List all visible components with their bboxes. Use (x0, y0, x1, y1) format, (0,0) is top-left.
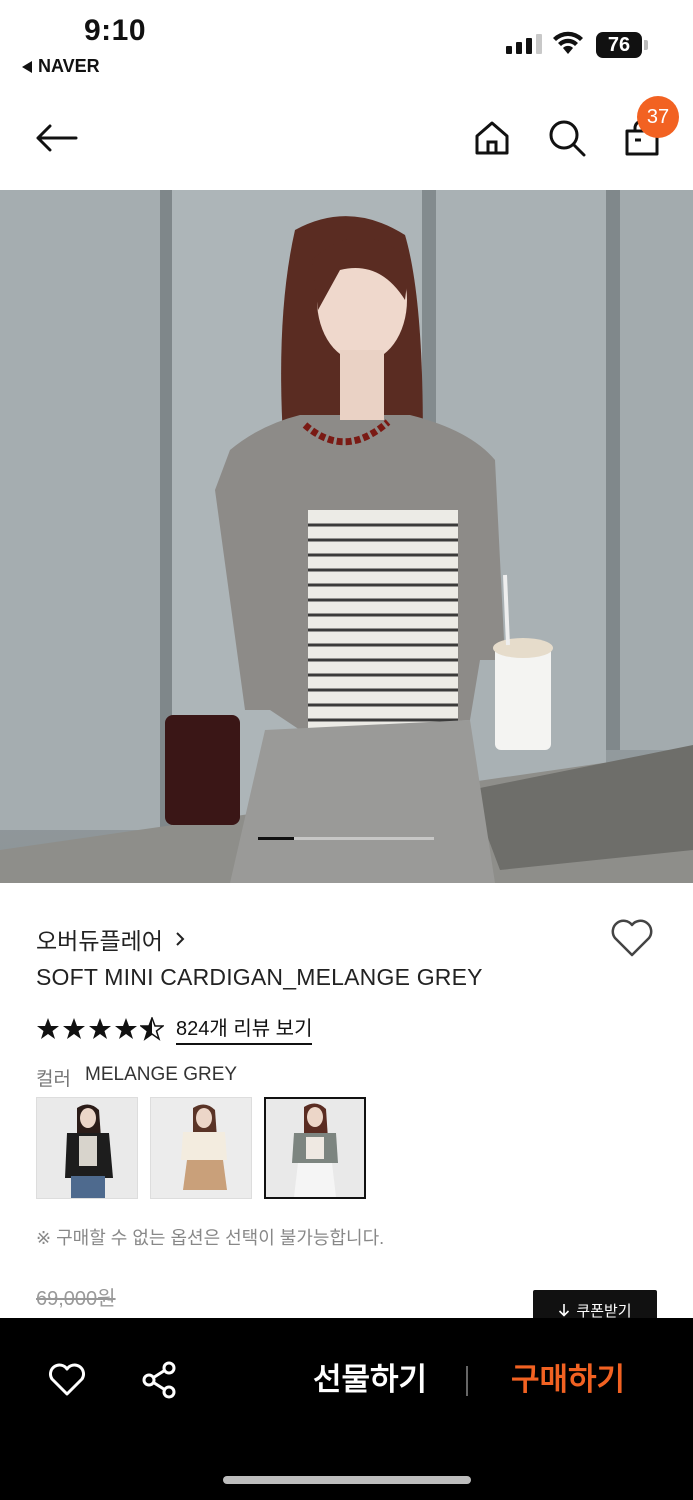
swatch-grey-image (266, 1099, 364, 1197)
product-main-image[interactable] (0, 190, 693, 883)
share-icon (142, 1361, 176, 1399)
arrow-down-icon (559, 1304, 570, 1317)
star-icon (115, 1017, 137, 1039)
home-icon (475, 121, 509, 155)
star-icon (37, 1017, 59, 1039)
product-title: SOFT MINI CARDIGAN_MELANGE GREY (36, 964, 483, 990)
wishlist-button[interactable] (610, 918, 654, 963)
color-label: 컬러 (36, 1069, 71, 1090)
swatch-ivory-cardigan[interactable] (150, 1097, 252, 1199)
home-indicator (223, 1476, 471, 1484)
status-time: 9:10 (84, 14, 147, 47)
reviews-link[interactable]: 824개 리뷰 보기 (176, 1012, 313, 1045)
swatch-black-image (37, 1098, 137, 1198)
brand-name: 오버듀플레어 (36, 928, 163, 954)
cart-count-badge: 37 (637, 96, 679, 138)
arrow-left-icon (36, 124, 78, 152)
top-nav (0, 96, 693, 180)
home-button[interactable] (468, 114, 516, 162)
wifi-icon (553, 31, 583, 54)
back-app-label: NAVER (38, 56, 100, 76)
heart-icon (611, 919, 653, 957)
cellular-signal-icon (506, 34, 542, 54)
star-half-icon (140, 1016, 164, 1041)
star-icon (63, 1017, 85, 1039)
heart-icon (49, 1363, 85, 1396)
color-value: MELANGE GREY (85, 1064, 238, 1085)
gallery-indicator-active (258, 837, 294, 840)
battery-icon: 76 (596, 32, 642, 58)
brand-link[interactable]: 오버듀플레어 (36, 922, 185, 956)
gift-button[interactable]: 선물하기 (300, 1358, 440, 1402)
swatch-black-cardigan[interactable] (36, 1097, 138, 1199)
color-swatches (36, 1097, 366, 1199)
chevron-right-icon (176, 932, 185, 946)
option-notice: ※ 구매할 수 없는 옵션은 선택이 불가능합니다. (36, 1228, 385, 1248)
bottom-wishlist-button[interactable] (45, 1358, 89, 1402)
battery-tip (644, 40, 648, 50)
original-price: 69,000원 (36, 1288, 116, 1310)
swatch-ivory-image (151, 1098, 251, 1198)
swatch-melange-grey-cardigan[interactable] (264, 1097, 366, 1199)
back-to-app-link[interactable]: NAVER (22, 56, 100, 77)
rating-row: 824개 리뷰 보기 (36, 1012, 313, 1045)
share-button[interactable] (137, 1358, 181, 1402)
model-photo (0, 190, 693, 883)
status-bar: 9:10 NAVER 76 (0, 0, 693, 86)
bottom-action-bar: 선물하기 구매하기 (0, 1318, 693, 1500)
search-icon (549, 120, 586, 157)
bottom-divider (466, 1366, 468, 1396)
back-button[interactable] (32, 114, 80, 162)
search-button[interactable] (543, 114, 591, 162)
back-triangle-icon (22, 60, 32, 73)
buy-button[interactable]: 구매하기 (498, 1358, 638, 1402)
gallery-page-indicator (258, 837, 434, 840)
star-icon (89, 1017, 111, 1039)
